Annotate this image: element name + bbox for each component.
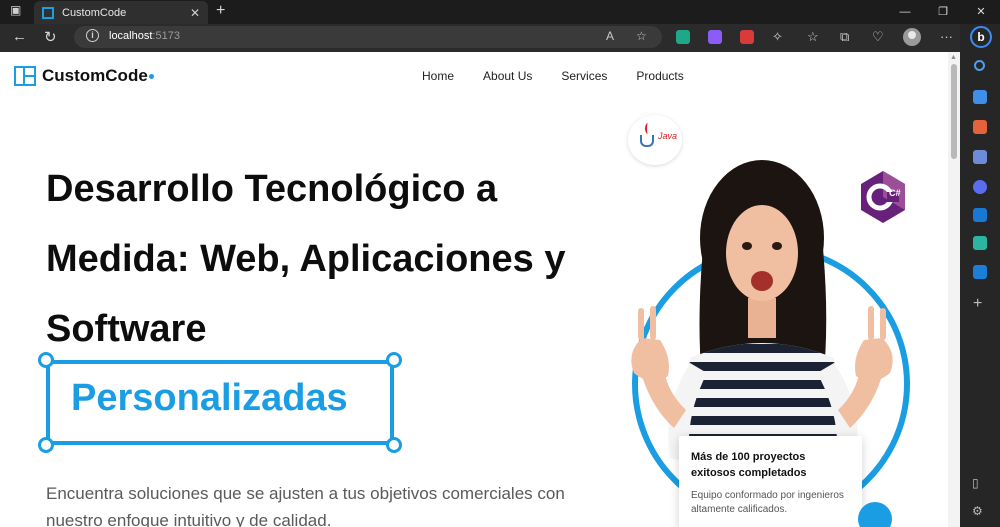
nav-services[interactable]: Services	[561, 69, 607, 83]
favorite-star-icon[interactable]: ☆	[636, 29, 647, 43]
search-icon[interactable]	[974, 60, 985, 71]
main-nav: Home About Us Services Products	[422, 69, 713, 83]
tools-icon[interactable]	[973, 120, 987, 134]
site-info-icon[interactable]: i	[86, 29, 99, 42]
new-tab-icon[interactable]: +	[216, 2, 225, 20]
browser-tab[interactable]: CustomCode ✕	[34, 1, 208, 24]
java-steam-icon	[645, 123, 651, 134]
frame-handle-bl	[38, 437, 54, 453]
media-icon[interactable]	[973, 265, 987, 279]
hero-subtitle: Encuentra soluciones que se ajusten a tu…	[46, 484, 565, 527]
tab-title: CustomCode	[62, 6, 127, 19]
tab-actions-icon[interactable]: ▣	[10, 3, 21, 17]
extensions-icon[interactable]: ✧	[772, 29, 783, 45]
extension-icon-1[interactable]	[676, 30, 690, 44]
stats-card-text: Equipo conformado por ingenieros altamen…	[691, 490, 844, 515]
minimize-icon[interactable]: —	[886, 0, 924, 24]
brand-dot	[148, 73, 154, 79]
favorites-icon[interactable]: ☆	[807, 29, 819, 45]
frame-handle-tr	[386, 352, 402, 368]
stats-card-title: Más de 100 proyectos exitosos completado…	[691, 451, 807, 479]
page-viewport: CustomCode Home About Us Services Produc…	[0, 52, 948, 527]
collections-icon[interactable]: ⧉	[840, 29, 849, 45]
logo-mark-icon	[14, 66, 36, 86]
drop-icon[interactable]	[973, 236, 987, 250]
stats-card: Más de 100 proyectos exitosos completado…	[679, 436, 862, 527]
copilot-icon[interactable]: b	[970, 26, 992, 48]
java-cup-icon	[640, 135, 654, 147]
nav-products[interactable]: Products	[636, 69, 683, 83]
page-scrollbar[interactable]: ▲	[948, 52, 960, 527]
profile-avatar[interactable]	[903, 28, 921, 46]
scroll-up-icon[interactable]: ▲	[950, 54, 957, 61]
restore-icon[interactable]: ❐	[924, 0, 962, 24]
nav-home[interactable]: Home	[422, 69, 454, 83]
more-menu-icon[interactable]: ···	[940, 29, 953, 44]
frame-handle-tl	[38, 352, 54, 368]
java-label: Java	[658, 131, 678, 141]
csharp-label: C#	[889, 188, 901, 198]
frame-handle-br	[386, 437, 402, 453]
hide-sidebar-icon[interactable]: ▯	[972, 476, 979, 490]
browser-tab-bar: ▣ CustomCode ✕ + — ❐ ✕	[0, 0, 1000, 24]
read-aloud-icon[interactable]: A	[606, 29, 614, 43]
people-icon[interactable]	[973, 150, 987, 164]
url-text: localhost:5173	[109, 30, 180, 42]
scroll-thumb[interactable]	[951, 64, 957, 159]
settings-icon[interactable]: ⚙	[972, 504, 983, 518]
browser-essentials-icon[interactable]: ♡	[872, 29, 884, 45]
hero-highlight: Personalizadas	[71, 377, 348, 419]
nav-about-us[interactable]: About Us	[483, 69, 532, 83]
close-window-icon[interactable]: ✕	[962, 0, 1000, 24]
close-tab-icon[interactable]: ✕	[190, 6, 200, 20]
csharp-logo-icon: C#	[861, 171, 905, 223]
address-bar[interactable]: i localhost:5173 A ☆	[74, 26, 662, 48]
browser-toolbar: ← ↻ i localhost:5173 A ☆ ✧ ☆ ⧉ ♡ ···	[0, 24, 960, 52]
site-logo[interactable]: CustomCode	[14, 66, 154, 86]
add-sidebar-app-icon[interactable]: +	[973, 295, 982, 313]
refresh-icon[interactable]: ↻	[44, 28, 57, 46]
outlook-icon[interactable]	[973, 208, 987, 222]
back-icon[interactable]: ←	[12, 28, 27, 45]
extension-icon-2[interactable]	[708, 30, 722, 44]
brand-name: CustomCode	[42, 66, 148, 85]
games-icon[interactable]	[973, 180, 987, 194]
favicon-icon	[42, 6, 54, 19]
shopping-icon[interactable]	[973, 90, 987, 104]
extension-icon-3[interactable]	[740, 30, 754, 44]
java-badge: Java	[628, 115, 682, 165]
window-controls: — ❐ ✕	[886, 0, 1000, 24]
hero-title: Desarrollo Tecnológico a Medida: Web, Ap…	[46, 168, 566, 350]
